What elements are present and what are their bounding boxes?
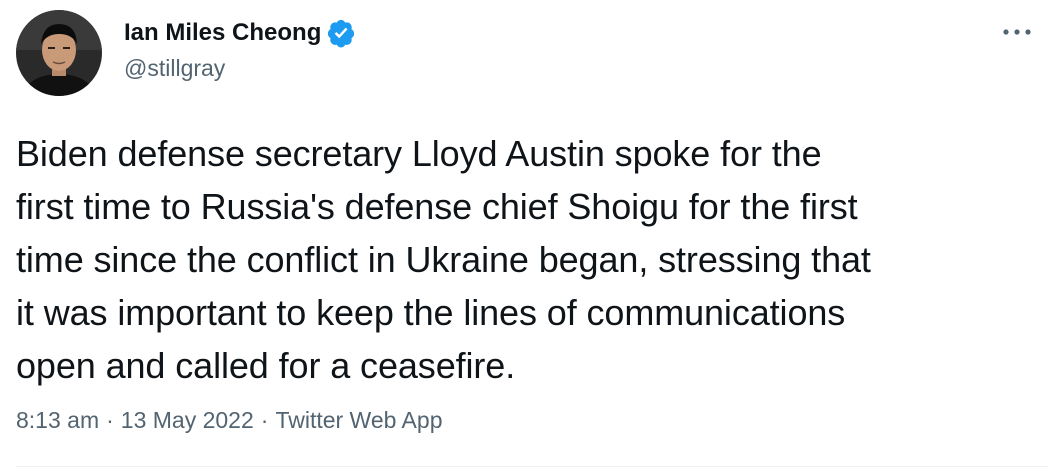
tweet-text: Biden defense secretary Lloyd Austin spo… bbox=[16, 127, 1046, 392]
author-handle[interactable]: @stillgray bbox=[124, 55, 225, 82]
tweet-source-link[interactable]: Twitter Web App bbox=[275, 407, 442, 434]
tweet-text-line: time since the conflict in Ukraine began… bbox=[16, 239, 871, 280]
meta-separator: · bbox=[260, 407, 269, 433]
tweet-text-line: first time to Russia's defense chief Sho… bbox=[16, 186, 858, 227]
user-avatar-icon bbox=[16, 10, 102, 96]
verified-badge-icon bbox=[326, 18, 356, 48]
tweet-metadata: 8:13 am · 13 May 2022 · Twitter Web App bbox=[16, 407, 442, 434]
divider bbox=[16, 466, 1048, 467]
more-options-icon[interactable] bbox=[998, 20, 1038, 44]
tweet-card: Ian Miles Cheong @stillgray Biden defens… bbox=[0, 0, 1064, 472]
tweet-text-line: open and called for a ceasefire. bbox=[16, 345, 516, 386]
tweet-text-line: Biden defense secretary Lloyd Austin spo… bbox=[16, 133, 822, 174]
meta-separator: · bbox=[106, 407, 114, 433]
author-display-name[interactable]: Ian Miles Cheong bbox=[124, 19, 321, 47]
tweet-text-line: it was important to keep the lines of co… bbox=[16, 292, 846, 333]
avatar[interactable] bbox=[16, 10, 102, 96]
tweet-date-link[interactable]: 13 May 2022 bbox=[121, 407, 254, 434]
tweet-time-link[interactable]: 8:13 am bbox=[16, 407, 99, 434]
author-name-row: Ian Miles Cheong bbox=[124, 16, 356, 50]
